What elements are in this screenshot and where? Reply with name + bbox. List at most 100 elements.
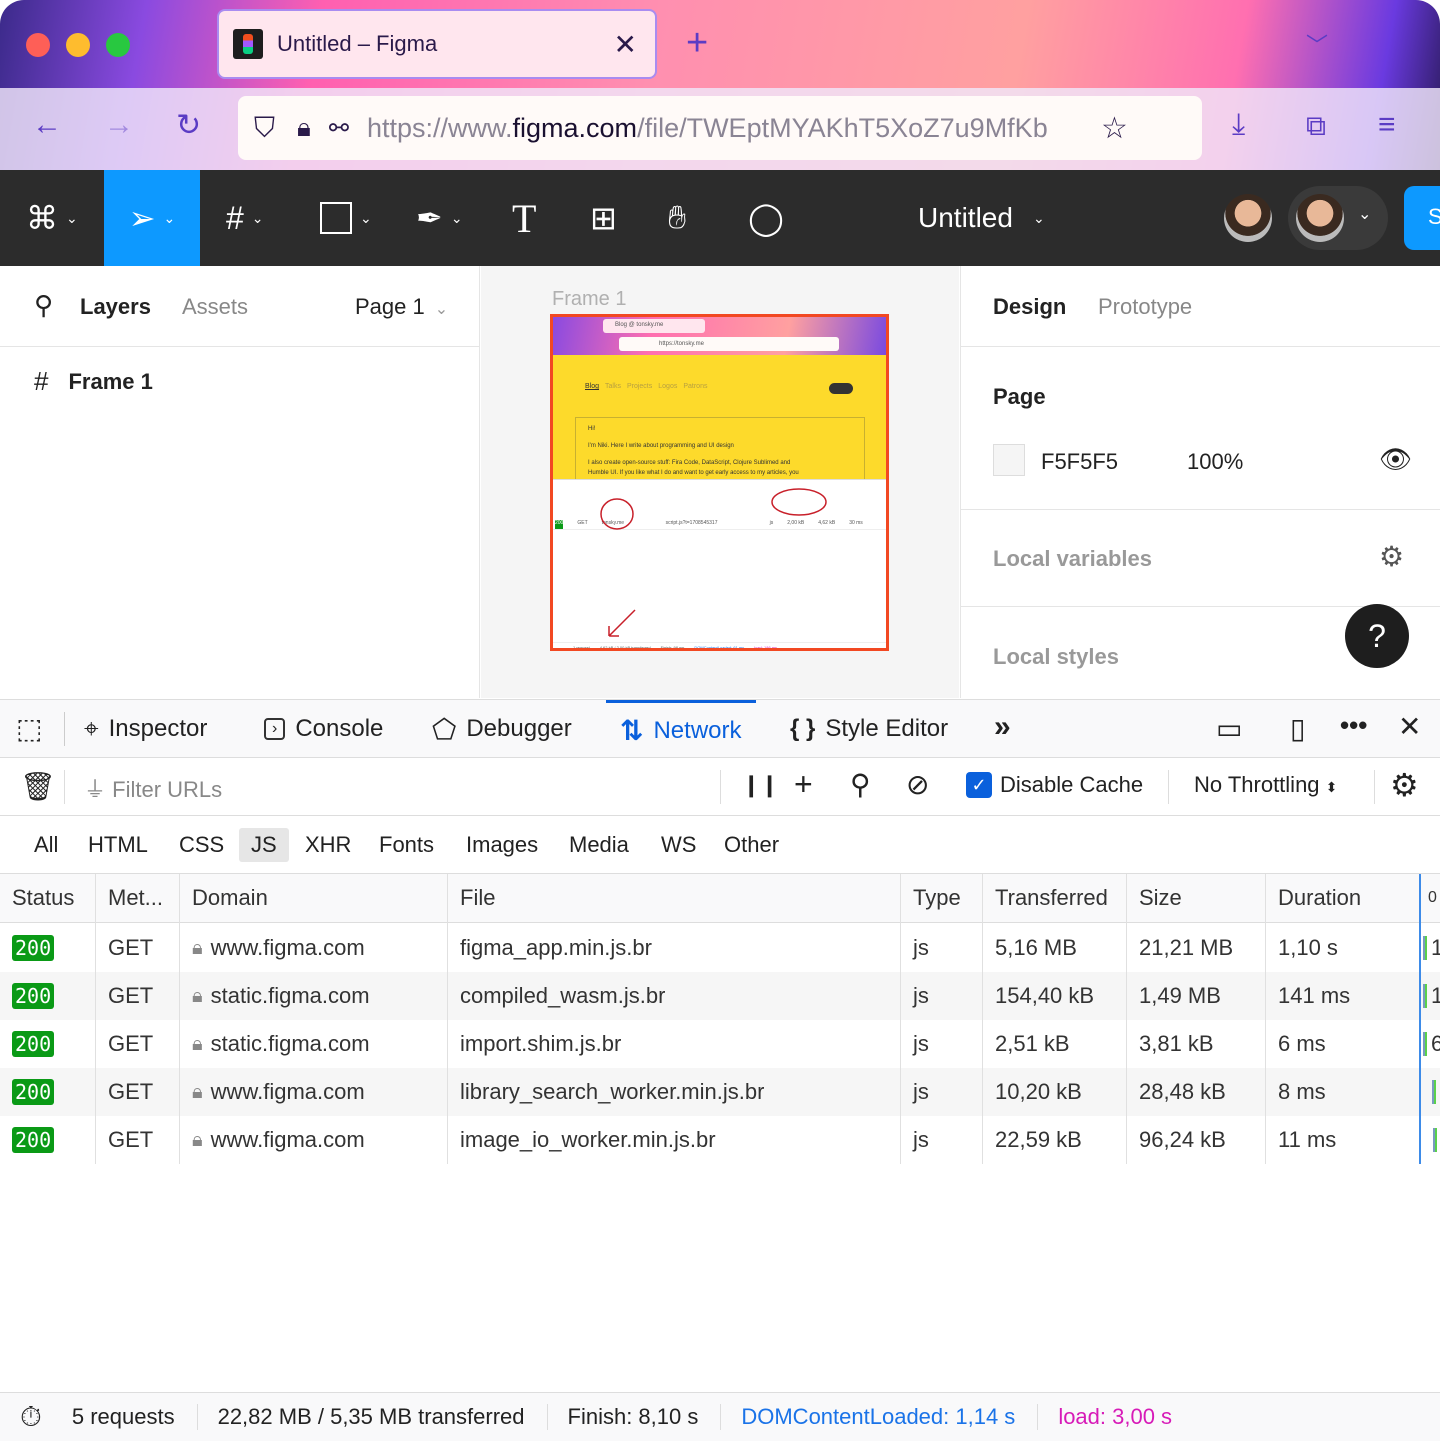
cell-size: 96,24 kB <box>1139 1127 1226 1152</box>
tab-assets[interactable]: Assets <box>182 294 248 320</box>
lock-icon[interactable]: 🔒︎ <box>297 112 311 144</box>
share-button[interactable]: S <box>1404 186 1440 250</box>
url-text[interactable]: https://www.figma.com/file/TWEptMYAKhT5X… <box>367 113 1087 144</box>
canvas[interactable]: Frame 1 Blog @ tonsky.me https://tonsky.… <box>481 266 959 698</box>
search-icon[interactable]: ⚲ <box>34 290 53 321</box>
close-devtools-icon[interactable]: ✕ <box>1398 710 1421 743</box>
filter-ws[interactable]: WS <box>661 832 696 858</box>
annotation-circle <box>771 488 827 516</box>
pen-tool-button[interactable]: ✒︎ ⌄ <box>416 170 463 266</box>
tab-prototype[interactable]: Prototype <box>1098 294 1192 320</box>
block-icon[interactable]: ⊘ <box>906 768 929 801</box>
table-row[interactable]: 200 GET 🔒︎ www.figma.com figma_app.min.js.br… <box>0 924 1440 972</box>
cell-duration: 141 ms <box>1278 983 1351 1008</box>
forward-icon[interactable]: → <box>104 108 134 142</box>
url-bar[interactable]: ⛉ 🔒︎ ⚯ https://www.figma.com/file/TWEptM… <box>238 96 1202 160</box>
reload-icon[interactable]: ↻ <box>176 108 201 143</box>
eye-icon[interactable]: 👁︎ <box>1379 444 1412 475</box>
table-row[interactable]: 200 GET 🔒︎ static.figma.com compiled_wasm.js… <box>0 972 1440 1020</box>
variables-icon[interactable]: ⚙︎ <box>1379 540 1404 573</box>
extensions-icon[interactable]: ⧉ <box>1306 110 1326 143</box>
hand-tool-button[interactable]: ✋︎ <box>668 170 686 266</box>
figma-toolbar: ⌘ ⌄ ➢ ⌄ # ⌄ ⌄ ✒︎ ⌄ T ⊞ ✋︎ ◯ Untitled ⌄ ⌄ S <box>0 170 1440 266</box>
filter-images[interactable]: Images <box>466 832 538 858</box>
filter-xhr[interactable]: XHR <box>305 832 351 858</box>
tab-layers[interactable]: Layers <box>80 294 151 320</box>
filter-css[interactable]: CSS <box>179 832 224 858</box>
filter-urls-input[interactable]: ⏚ Filter URLs <box>84 772 222 804</box>
filter-other[interactable]: Other <box>724 832 779 858</box>
text-tool-button[interactable]: T <box>512 170 536 266</box>
back-icon[interactable]: ← <box>32 108 62 142</box>
tab-debugger[interactable]: ⬠ Debugger <box>432 700 572 758</box>
page-color-swatch[interactable] <box>993 444 1025 476</box>
tab-console[interactable]: › Console <box>264 700 383 758</box>
column-status[interactable]: Status <box>0 874 74 922</box>
clear-icon[interactable]: 🗑︎ <box>20 770 56 803</box>
file-title-button[interactable]: Untitled ⌄ <box>918 170 1045 266</box>
column-size[interactable]: Size <box>1127 874 1182 922</box>
column-waterfall[interactable]: 0 <box>1420 874 1437 922</box>
move-tool-button[interactable]: ➢ ⌄ <box>104 170 200 266</box>
column-duration[interactable]: Duration <box>1266 874 1361 922</box>
column-transferred[interactable]: Transferred <box>983 874 1108 922</box>
dock-icon[interactable]: ▭ <box>1216 712 1242 745</box>
tab-style-editor[interactable]: { } Style Editor <box>790 700 948 758</box>
tab-network[interactable]: ⇅ Network <box>606 700 756 758</box>
table-row[interactable]: 200 GET 🔒︎ static.figma.com import.shim.js.b… <box>0 1020 1440 1068</box>
responsive-design-icon[interactable]: ▯ <box>1290 712 1305 745</box>
table-row[interactable]: 200 GET 🔒︎ www.figma.com image_io_worker.min… <box>0 1116 1440 1164</box>
help-button[interactable]: ? <box>1345 604 1409 668</box>
browser-tab[interactable]: Untitled – Figma ✕ <box>217 9 657 79</box>
avatar[interactable] <box>1224 194 1272 242</box>
throttling-select[interactable]: No Throttling ⬍ <box>1194 772 1337 798</box>
filter-html[interactable]: HTML <box>88 832 148 858</box>
tab-design[interactable]: Design <box>993 294 1066 320</box>
more-options-icon[interactable]: ••• <box>1340 710 1367 741</box>
page-selector[interactable]: Page 1 ⌄ <box>355 294 448 320</box>
shape-tool-button[interactable]: ⌄ <box>320 170 372 266</box>
local-variables-label[interactable]: Local variables <box>993 546 1152 572</box>
minimize-window-button[interactable] <box>66 33 90 57</box>
filter-js[interactable]: JS <box>239 828 289 862</box>
search-icon[interactable]: ⚲ <box>850 768 871 801</box>
maximize-window-button[interactable] <box>106 33 130 57</box>
more-tabs-icon[interactable]: » <box>994 710 1011 744</box>
filter-fonts[interactable]: Fonts <box>379 832 434 858</box>
element-picker-icon[interactable]: ⬚ <box>16 712 42 745</box>
column-type[interactable]: Type <box>901 874 961 922</box>
disable-cache-checkbox[interactable]: ✓ Disable Cache <box>966 772 1143 798</box>
column-method[interactable]: Met... <box>96 874 163 922</box>
column-file[interactable]: File <box>448 874 495 922</box>
main-menu-button[interactable]: ⌘ ⌄ <box>26 170 78 266</box>
menu-icon[interactable]: ≡ <box>1378 108 1396 142</box>
filter-all[interactable]: All <box>34 832 58 858</box>
local-styles-label[interactable]: Local styles <box>993 644 1119 670</box>
resources-tool-button[interactable]: ⊞ <box>590 170 617 266</box>
add-icon[interactable]: + <box>794 766 813 803</box>
comment-tool-button[interactable]: ◯ <box>748 170 784 266</box>
settings-gear-icon[interactable]: ⚙︎ <box>1390 766 1419 804</box>
page-color-value[interactable]: F5F5F5 <box>1041 449 1118 475</box>
multiplayer-menu[interactable]: ⌄ <box>1288 186 1388 250</box>
thumbnail-nav-item: Patrons <box>683 383 708 390</box>
stopwatch-icon[interactable]: ⏱︎ <box>20 1401 42 1434</box>
new-tab-icon[interactable]: + <box>686 22 708 65</box>
page-opacity-value[interactable]: 100% <box>1187 449 1243 475</box>
tab-inspector[interactable]: ⌖ Inspector <box>84 700 207 758</box>
permissions-icon[interactable]: ⚯ <box>329 114 349 143</box>
list-tabs-icon[interactable]: ﹀ <box>1306 28 1328 60</box>
download-icon[interactable]: ⤓ <box>1232 108 1245 142</box>
star-icon[interactable]: ☆ <box>1101 111 1128 146</box>
pause-icon[interactable]: ❙❙ <box>742 772 779 798</box>
close-tab-icon[interactable]: ✕ <box>614 28 637 61</box>
column-domain[interactable]: Domain <box>180 874 268 922</box>
filter-media[interactable]: Media <box>569 832 629 858</box>
frame-label[interactable]: Frame 1 <box>552 288 626 311</box>
close-window-button[interactable] <box>26 33 50 57</box>
layer-item[interactable]: # Frame 1 <box>34 366 153 397</box>
frame-1[interactable]: Blog @ tonsky.me https://tonsky.me Blog T… <box>550 314 889 651</box>
table-row[interactable]: 200 GET 🔒︎ www.figma.com library_search_work… <box>0 1068 1440 1116</box>
frame-tool-button[interactable]: # ⌄ <box>226 170 264 266</box>
shield-icon[interactable]: ⛉ <box>254 112 275 145</box>
